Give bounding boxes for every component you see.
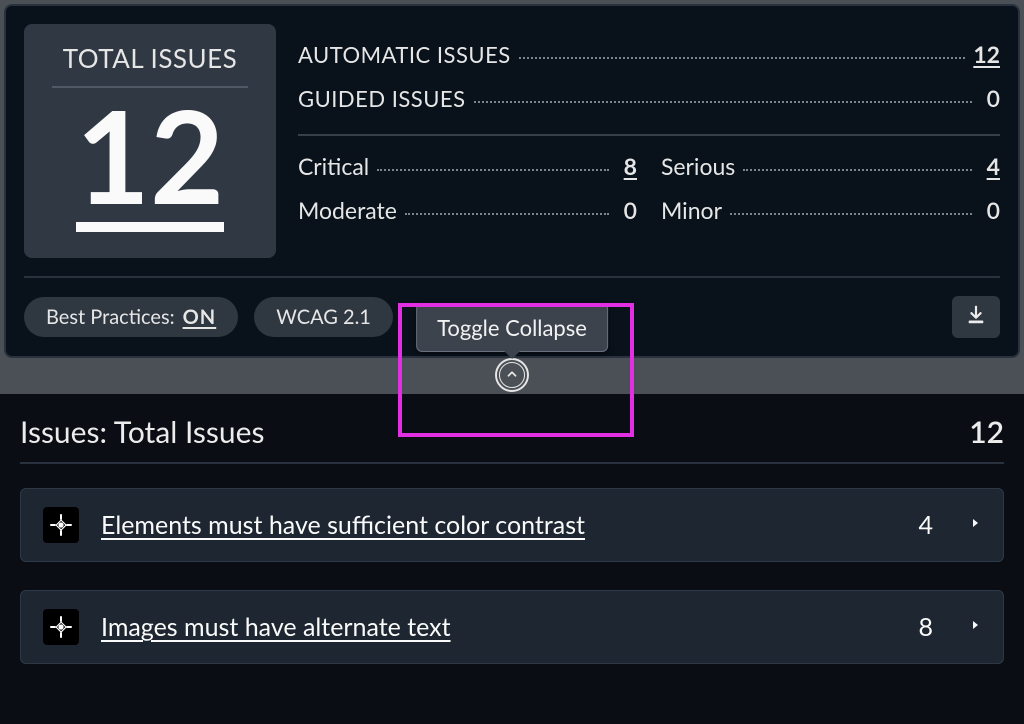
- summary-row: TOTAL ISSUES 12 AUTOMATIC ISSUES 12 GUID…: [24, 24, 1000, 276]
- best-practices-label: Best Practices:: [46, 305, 175, 329]
- issues-header-title: Issues: Total Issues: [20, 414, 969, 450]
- download-button[interactable]: [952, 296, 1000, 338]
- collapse-strip: Toggle Collapse: [4, 358, 1020, 394]
- total-issues-value: 12: [76, 92, 224, 232]
- issue-breakdown: AUTOMATIC ISSUES 12 GUIDED ISSUES 0 Crit…: [298, 24, 1000, 258]
- wcag-label: WCAG 2.1: [276, 305, 371, 329]
- moderate-value: 0: [617, 196, 637, 224]
- toggle-collapse-tooltip: Toggle Collapse: [416, 303, 608, 352]
- chevron-up-icon: [505, 366, 519, 385]
- target-icon[interactable]: [43, 507, 79, 543]
- guided-issues-value: 0: [980, 84, 1000, 112]
- serious-row[interactable]: Serious 4: [661, 144, 1000, 188]
- issues-header: Issues: Total Issues 12: [20, 414, 1004, 464]
- toggle-collapse-button[interactable]: [495, 358, 529, 392]
- wcag-chip[interactable]: WCAG 2.1: [254, 297, 393, 337]
- serious-label: Serious: [661, 152, 735, 180]
- minor-value: 0: [980, 196, 1000, 224]
- guided-issues-row[interactable]: GUIDED ISSUES 0: [298, 76, 1000, 120]
- automatic-issues-label: AUTOMATIC ISSUES: [298, 41, 511, 68]
- chevron-right-icon: [969, 617, 981, 637]
- issue-count: 4: [918, 510, 947, 540]
- issue-row[interactable]: Elements must have sufficient color cont…: [20, 488, 1004, 562]
- total-issues-box[interactable]: TOTAL ISSUES 12: [24, 24, 276, 258]
- critical-label: Critical: [298, 152, 369, 180]
- total-issues-label: TOTAL ISSUES: [34, 42, 266, 74]
- app-root: TOTAL ISSUES 12 AUTOMATIC ISSUES 12 GUID…: [0, 0, 1024, 664]
- issue-description: Elements must have sufficient color cont…: [101, 510, 896, 540]
- minor-label: Minor: [661, 196, 722, 224]
- best-practices-value: ON: [183, 305, 217, 329]
- critical-value: 8: [617, 152, 637, 180]
- target-icon[interactable]: [43, 609, 79, 645]
- automatic-issues-value: 12: [973, 40, 1000, 68]
- moderate-row[interactable]: Moderate 0: [298, 188, 637, 232]
- critical-row[interactable]: Critical 8: [298, 144, 637, 188]
- download-icon: [965, 304, 987, 330]
- toggle-collapse-tooltip-text: Toggle Collapse: [437, 314, 587, 341]
- severity-row-1: Critical 8 Serious 4: [298, 144, 1000, 188]
- minor-row[interactable]: Minor 0: [661, 188, 1000, 232]
- chevron-right-icon: [969, 515, 981, 535]
- issues-section: Issues: Total Issues 12 Elements must ha…: [0, 394, 1024, 664]
- issue-description: Images must have alternate text: [101, 612, 896, 642]
- automatic-issues-row[interactable]: AUTOMATIC ISSUES 12: [298, 32, 1000, 76]
- guided-issues-label: GUIDED ISSUES: [298, 85, 466, 112]
- moderate-label: Moderate: [298, 196, 397, 224]
- severity-row-2: Moderate 0 Minor 0: [298, 188, 1000, 232]
- issue-row[interactable]: Images must have alternate text 8: [20, 590, 1004, 664]
- serious-value: 4: [980, 152, 1000, 180]
- issue-count: 8: [918, 612, 947, 642]
- breakdown-divider: [298, 134, 1000, 136]
- issues-header-count: 12: [969, 414, 1004, 450]
- best-practices-chip[interactable]: Best Practices: ON: [24, 297, 238, 337]
- summary-frame: TOTAL ISSUES 12 AUTOMATIC ISSUES 12 GUID…: [0, 0, 1024, 394]
